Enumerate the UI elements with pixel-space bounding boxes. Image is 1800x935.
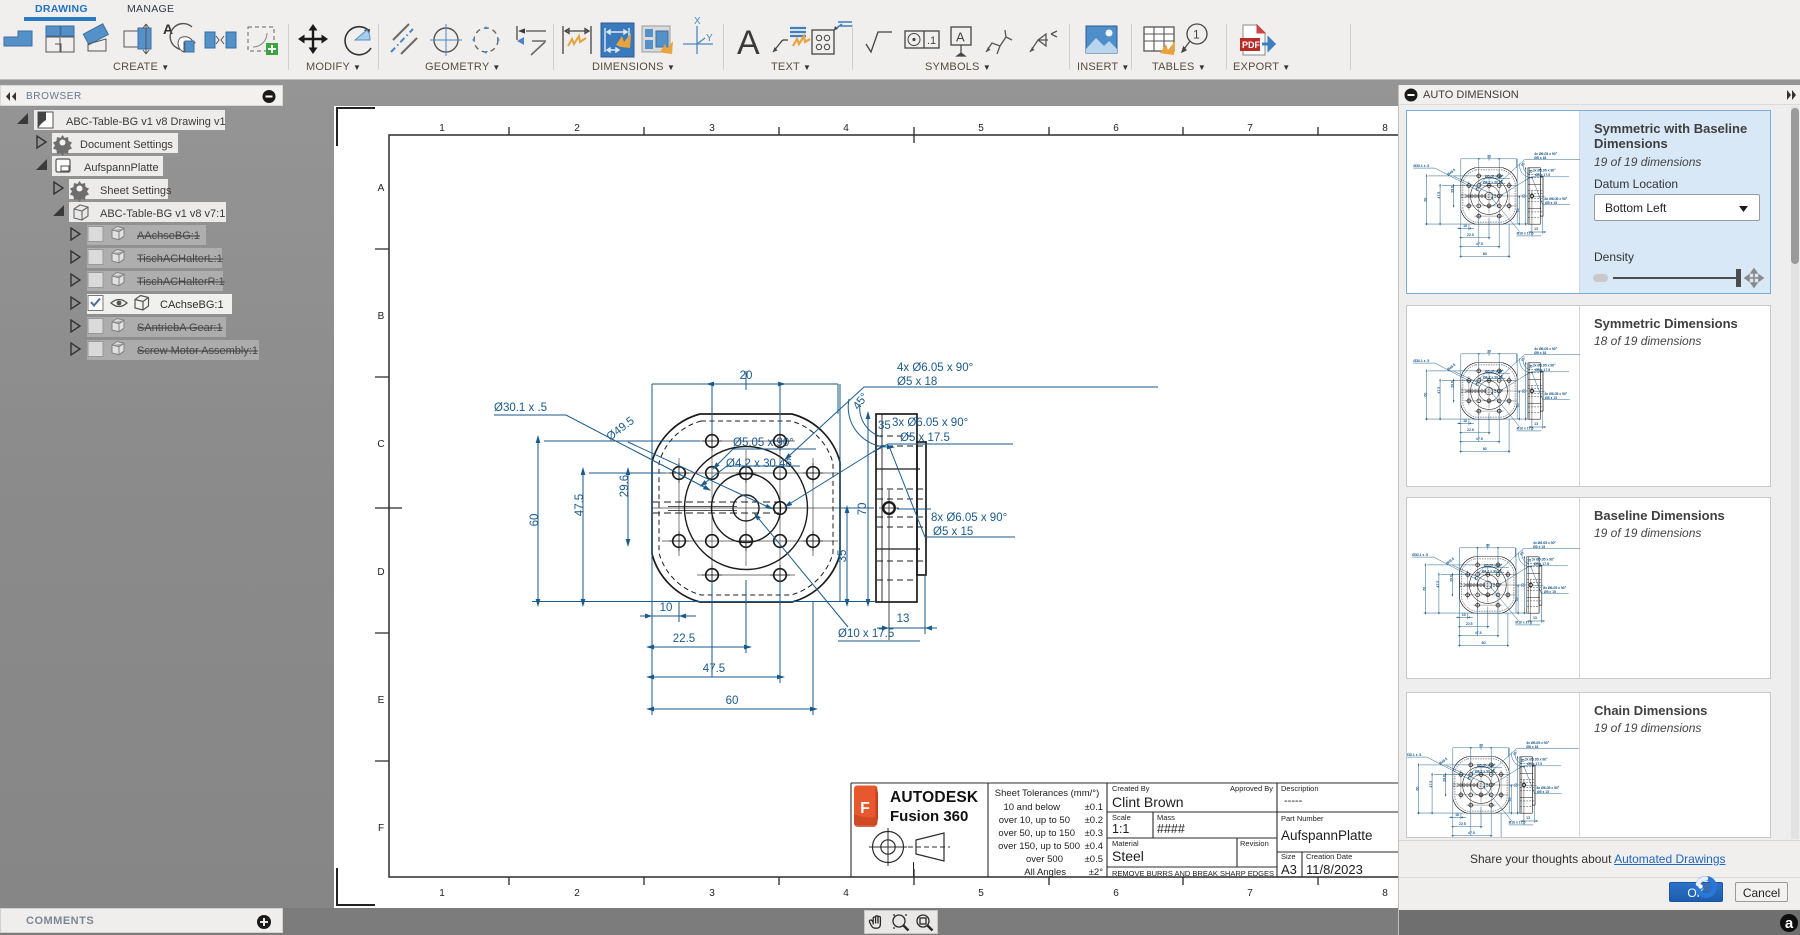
svg-text:47.5: 47.5 bbox=[574, 494, 586, 516]
svg-text:Clint Brown: Clint Brown bbox=[1112, 794, 1184, 810]
svg-text:A: A bbox=[956, 30, 965, 45]
svg-text:1: 1 bbox=[439, 888, 445, 899]
svg-text:35: 35 bbox=[837, 550, 849, 563]
svg-text:REMOVE BURRS AND BREAK SHARP E: REMOVE BURRS AND BREAK SHARP EDGES bbox=[1112, 869, 1274, 878]
svg-text:TischACHalterL:1: TischACHalterL:1 bbox=[137, 253, 223, 265]
svg-text:3: 3 bbox=[709, 888, 715, 899]
svg-text:Approved By: Approved By bbox=[1230, 784, 1273, 793]
svg-text:1: 1 bbox=[1193, 28, 1200, 42]
svg-text:Material: Material bbox=[1112, 839, 1139, 848]
svg-text:60: 60 bbox=[529, 514, 541, 527]
svg-text:2: 2 bbox=[574, 123, 580, 134]
svg-text:Ø5 x 17.5: Ø5 x 17.5 bbox=[900, 432, 950, 444]
svg-text:F: F bbox=[860, 800, 870, 817]
svg-text:TischACHalterR:1: TischACHalterR:1 bbox=[137, 276, 225, 288]
svg-text:3x Ø6.05 x 90°: 3x Ø6.05 x 90° bbox=[892, 417, 968, 429]
svg-text:AUTODESK: AUTODESK bbox=[890, 789, 979, 806]
svg-text:Sheet Settings: Sheet Settings bbox=[100, 185, 172, 197]
svg-text:60: 60 bbox=[726, 695, 739, 707]
svg-text:AAchseBG:1: AAchseBG:1 bbox=[137, 230, 200, 242]
svg-text:Revision: Revision bbox=[1240, 839, 1269, 848]
svg-text:C: C bbox=[377, 439, 384, 450]
svg-text:4: 4 bbox=[843, 888, 849, 899]
svg-text:4: 4 bbox=[843, 123, 849, 134]
svg-text:47.5: 47.5 bbox=[703, 663, 725, 675]
svg-text:-----: ----- bbox=[1284, 795, 1303, 807]
svg-text:7: 7 bbox=[1247, 123, 1253, 134]
svg-text:Mass: Mass bbox=[1157, 813, 1175, 822]
svg-text:1: 1 bbox=[439, 123, 445, 134]
svg-text:35: 35 bbox=[878, 420, 891, 432]
svg-text:±2°: ±2° bbox=[1089, 867, 1103, 878]
svg-text:B: B bbox=[378, 311, 385, 322]
svg-text:Screw Motor Assembly:1: Screw Motor Assembly:1 bbox=[137, 345, 258, 357]
svg-text:PDF: PDF bbox=[1242, 40, 1261, 50]
svg-text:Steel: Steel bbox=[1112, 848, 1144, 864]
svg-text:22.5: 22.5 bbox=[673, 633, 695, 645]
svg-text:All Angles: All Angles bbox=[1024, 867, 1066, 878]
svg-text:29.6: 29.6 bbox=[619, 475, 631, 497]
svg-text:over 150, up to 500: over 150, up to 500 bbox=[998, 841, 1080, 852]
svg-text:Part Number: Part Number bbox=[1281, 814, 1324, 823]
svg-text:Ø10 x 17.5: Ø10 x 17.5 bbox=[838, 628, 894, 640]
svg-text:AufspannPlatte: AufspannPlatte bbox=[84, 162, 159, 174]
svg-text:8x Ø6.05 x 90°: 8x Ø6.05 x 90° bbox=[931, 512, 1007, 524]
svg-text:AufspannPlatte: AufspannPlatte bbox=[1281, 828, 1373, 843]
svg-text:±0.3: ±0.3 bbox=[1085, 828, 1103, 839]
svg-text:4x Ø6.05 x 90°: 4x Ø6.05 x 90° bbox=[897, 362, 973, 374]
svg-text:X: X bbox=[694, 16, 701, 27]
svg-text:Sheet Tolerances (mm/°): Sheet Tolerances (mm/°) bbox=[995, 788, 1099, 799]
svg-text:Fusion 360: Fusion 360 bbox=[890, 808, 968, 825]
svg-text:A3: A3 bbox=[1281, 862, 1297, 877]
svg-text:3: 3 bbox=[709, 123, 715, 134]
svg-text:Ø5 x 18: Ø5 x 18 bbox=[897, 376, 937, 388]
svg-text:7: 7 bbox=[1247, 888, 1253, 899]
svg-text:Description: Description bbox=[1281, 784, 1319, 793]
svg-text:over 50, up to 150: over 50, up to 150 bbox=[998, 828, 1075, 839]
svg-text:±0.4: ±0.4 bbox=[1085, 841, 1103, 852]
svg-text:13: 13 bbox=[897, 613, 910, 625]
svg-text:SAntriebA Gear:1: SAntriebA Gear:1 bbox=[137, 322, 223, 334]
svg-text:A: A bbox=[737, 24, 760, 62]
svg-text:ABC-Table-BG v1 v8 Drawing v1: ABC-Table-BG v1 v8 Drawing v1 bbox=[66, 116, 226, 128]
svg-text:F: F bbox=[378, 823, 384, 834]
svg-text:A: A bbox=[163, 21, 173, 37]
svg-text:2: 2 bbox=[574, 888, 580, 899]
svg-text:over 10, up to 50: over 10, up to 50 bbox=[999, 815, 1070, 826]
svg-text:1:1: 1:1 bbox=[1112, 822, 1129, 836]
svg-text:Created By: Created By bbox=[1112, 784, 1150, 793]
svg-text:8: 8 bbox=[1382, 888, 1388, 899]
svg-text:10: 10 bbox=[660, 602, 673, 614]
svg-text:5: 5 bbox=[978, 123, 984, 134]
svg-text:Ø5.05 x 90°: Ø5.05 x 90° bbox=[733, 437, 794, 449]
svg-text:70: 70 bbox=[857, 503, 869, 516]
svg-text:6: 6 bbox=[1113, 888, 1119, 899]
svg-text:Y: Y bbox=[706, 33, 713, 44]
svg-text:Creation Date: Creation Date bbox=[1306, 852, 1352, 861]
svg-text:6: 6 bbox=[1113, 123, 1119, 134]
svg-text:E: E bbox=[378, 695, 385, 706]
svg-text:####: #### bbox=[1157, 822, 1185, 836]
svg-text:±0.5: ±0.5 bbox=[1085, 854, 1103, 865]
svg-text:Size: Size bbox=[1281, 852, 1296, 861]
svg-text:over 500: over 500 bbox=[1026, 854, 1063, 865]
svg-text:Ø5 x 15: Ø5 x 15 bbox=[933, 526, 973, 538]
svg-text:D: D bbox=[377, 567, 384, 578]
svg-text:Scale: Scale bbox=[1112, 813, 1131, 822]
svg-text:Ø4.2 x 30.46: Ø4.2 x 30.46 bbox=[726, 458, 792, 470]
svg-text:A: A bbox=[378, 183, 385, 194]
svg-text:a: a bbox=[1785, 915, 1794, 932]
svg-text:±0.1: ±0.1 bbox=[1085, 802, 1103, 813]
svg-text:11/8/2023: 11/8/2023 bbox=[1306, 862, 1363, 877]
svg-text:5: 5 bbox=[978, 888, 984, 899]
svg-text:Ø30.1 x .5: Ø30.1 x .5 bbox=[494, 402, 547, 414]
svg-text:20: 20 bbox=[740, 370, 753, 382]
svg-text:.1: .1 bbox=[927, 35, 936, 47]
svg-text:Document Settings: Document Settings bbox=[80, 139, 173, 151]
svg-text:10 and below: 10 and below bbox=[1003, 802, 1060, 813]
svg-text:8: 8 bbox=[1382, 123, 1388, 134]
svg-text:ABC-Table-BG v1 v8 v7:1: ABC-Table-BG v1 v8 v7:1 bbox=[100, 208, 225, 220]
svg-text:CAchseBG:1: CAchseBG:1 bbox=[160, 299, 224, 311]
svg-text:±0.2: ±0.2 bbox=[1085, 815, 1103, 826]
